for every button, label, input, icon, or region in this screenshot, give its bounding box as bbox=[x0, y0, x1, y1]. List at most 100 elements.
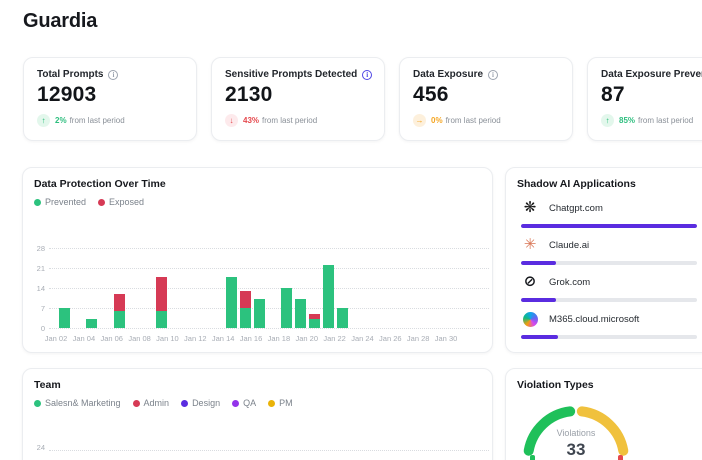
chart-title: Team bbox=[34, 379, 61, 391]
progress-fill bbox=[521, 298, 557, 302]
legend-item[interactable]: Exposed bbox=[98, 197, 144, 207]
legend-label: QA bbox=[243, 398, 257, 408]
panel-title: Shadow AI Applications bbox=[517, 178, 636, 190]
stat-card-sensitive-prompts: Sensitive Prompts Detected i 2130 ↓ 43% … bbox=[211, 57, 385, 141]
gauge-tick-fragment-right bbox=[618, 455, 623, 460]
change-caption: from last period bbox=[262, 116, 318, 125]
legend-item[interactable]: QA bbox=[232, 398, 256, 408]
y-axis-tick: 28 bbox=[36, 244, 45, 253]
m365-copilot-icon bbox=[521, 310, 539, 328]
info-icon[interactable]: i bbox=[488, 69, 499, 80]
trend-up-icon: ↑ bbox=[601, 114, 614, 127]
bar-segment-prevented bbox=[225, 276, 237, 328]
list-item-chatgpt[interactable]: ❋ Chatgpt.com bbox=[521, 198, 697, 228]
app-label: Chatgpt.com bbox=[549, 202, 603, 214]
app-label: Grok.com bbox=[549, 276, 591, 288]
team-chart-card: Team Salesn& Marketing Admin Design QA PM 24 bbox=[22, 368, 493, 460]
app-label: Claude.ai bbox=[549, 239, 590, 251]
list-item-claude[interactable]: ✳ Claude.ai bbox=[521, 235, 697, 265]
page-title: Guardia bbox=[23, 10, 98, 32]
chart-legend: Salesn& Marketing Admin Design QA PM bbox=[34, 398, 293, 408]
stat-card-change: ↑ 85% from last period bbox=[601, 114, 702, 127]
info-icon[interactable]: i bbox=[362, 69, 373, 80]
info-icon[interactable]: i bbox=[108, 69, 119, 80]
trend-flat-icon: → bbox=[413, 114, 426, 127]
dashboard-page: Guardia Total Prompts i 12903 ↑ 2% from … bbox=[0, 0, 702, 460]
y-axis-tick: 24 bbox=[36, 443, 45, 452]
bar-segment-prevented bbox=[337, 308, 349, 328]
bar-segment-prevented bbox=[323, 265, 335, 328]
trend-up-icon: ↑ bbox=[37, 114, 50, 127]
chart-legend: Prevented Exposed bbox=[34, 197, 144, 207]
trend-down-icon: ↓ bbox=[225, 114, 238, 127]
bar-segment-prevented bbox=[295, 299, 307, 328]
bar-segment-prevented bbox=[114, 310, 126, 328]
bar-segment-prevented bbox=[309, 319, 321, 328]
legend-dot bbox=[268, 399, 276, 407]
bar-segment-exposed bbox=[239, 290, 251, 308]
legend-dot bbox=[34, 399, 41, 407]
stat-card-label: Data Exposure Prevented bbox=[601, 69, 702, 80]
stat-card-data-exposure: Data Exposure i 456 → 0% from last perio… bbox=[399, 57, 573, 141]
gridline bbox=[49, 268, 489, 269]
legend-dot bbox=[34, 198, 41, 206]
change-caption: from last period bbox=[445, 116, 501, 125]
y-axis-tick: 14 bbox=[36, 284, 45, 293]
stat-card-label: Sensitive Prompts Detected bbox=[225, 69, 358, 80]
data-protection-chart-card: Data Protection Over Time Prevented Expos… bbox=[22, 167, 493, 353]
gauge-tick-fragment-left bbox=[530, 455, 535, 460]
progress-bar bbox=[521, 298, 697, 302]
progress-bar bbox=[521, 261, 697, 265]
violation-types-card: Violation Types Violations 33 bbox=[505, 368, 702, 460]
stat-card-change: → 0% from last period bbox=[413, 114, 559, 127]
list-item-grok[interactable]: ⊘ Grok.com bbox=[521, 272, 697, 302]
stat-card-change: ↓ 43% from last period bbox=[225, 114, 371, 127]
stat-card-label: Total Prompts bbox=[37, 69, 104, 80]
change-percent: 43% bbox=[243, 116, 260, 125]
bar-segment-prevented bbox=[281, 288, 293, 328]
legend-item[interactable]: Admin bbox=[132, 398, 170, 408]
stat-card-total-prompts: Total Prompts i 12903 ↑ 2% from last per… bbox=[23, 57, 197, 141]
progress-bar bbox=[521, 224, 697, 228]
stat-card-value: 87 bbox=[601, 83, 625, 106]
change-caption: from last period bbox=[638, 116, 694, 125]
change-percent: 0% bbox=[431, 116, 443, 125]
stat-card-change: ↑ 2% from last period bbox=[37, 114, 183, 127]
change-percent: 2% bbox=[55, 116, 67, 125]
stacked-bar-plot bbox=[49, 248, 489, 329]
gauge-value: 33 bbox=[566, 440, 586, 459]
legend-label: Exposed bbox=[109, 197, 145, 207]
progress-fill bbox=[521, 224, 697, 228]
legend-item[interactable]: Prevented bbox=[34, 197, 86, 207]
x-axis-tick: Jan 30 bbox=[434, 334, 458, 343]
bar-segment-exposed bbox=[156, 276, 167, 311]
gauge-label: Violations bbox=[556, 428, 596, 438]
gridline bbox=[49, 288, 489, 289]
legend-item[interactable]: Design bbox=[181, 398, 220, 408]
legend-label: PM bbox=[279, 398, 293, 408]
bar-segment-exposed bbox=[114, 293, 126, 311]
legend-dot bbox=[181, 399, 189, 407]
bar-segment-prevented bbox=[253, 299, 265, 328]
legend-dot bbox=[98, 198, 106, 206]
app-label: M365.cloud.microsoft bbox=[549, 313, 640, 325]
change-caption: from last period bbox=[69, 116, 125, 125]
legend-label: Salesn& Marketing bbox=[45, 398, 121, 408]
list-item-m365[interactable]: M365.cloud.microsoft bbox=[521, 309, 697, 339]
stat-card-value: 2130 bbox=[225, 83, 273, 106]
bar-segment-exposed bbox=[309, 313, 321, 320]
bar-segment-prevented bbox=[86, 319, 98, 328]
openai-icon: ❋ bbox=[523, 199, 537, 216]
legend-item[interactable]: Salesn& Marketing bbox=[34, 398, 121, 408]
change-percent: 85% bbox=[619, 116, 636, 125]
legend-label: Design bbox=[192, 398, 221, 408]
claude-icon: ✳ bbox=[523, 236, 537, 253]
shadow-ai-card: Shadow AI Applications ❋ Chatgpt.com ✳ C… bbox=[505, 167, 702, 353]
legend-label: Admin bbox=[143, 398, 170, 408]
stat-card-label: Data Exposure bbox=[413, 69, 484, 80]
y-axis-tick: 7 bbox=[40, 304, 45, 313]
chart-title: Data Protection Over Time bbox=[34, 178, 166, 190]
legend-dot bbox=[232, 399, 240, 407]
gridline bbox=[49, 328, 489, 329]
legend-item[interactable]: PM bbox=[268, 398, 293, 408]
